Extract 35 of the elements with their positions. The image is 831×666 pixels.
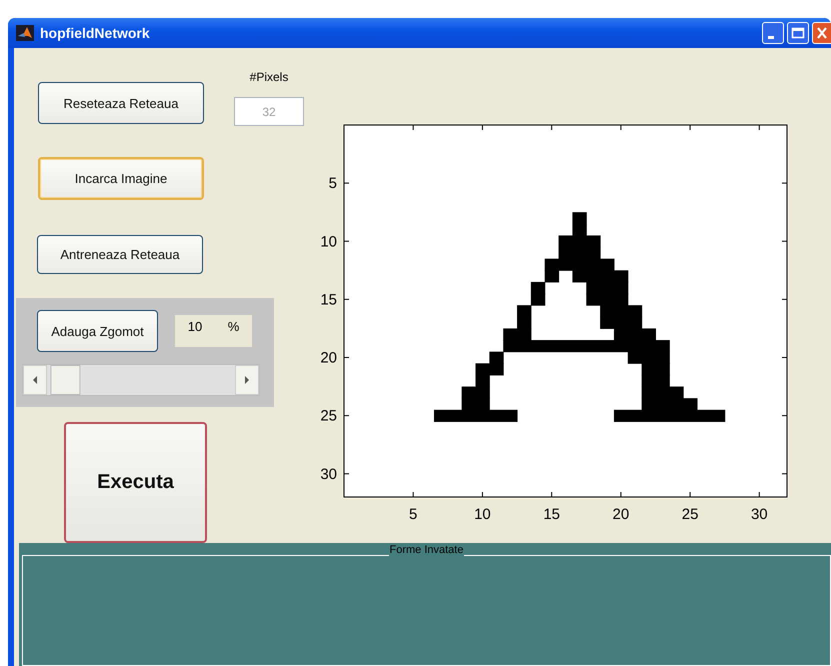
pixels-label: #Pixels [250, 69, 288, 86]
slider-thumb[interactable] [50, 365, 80, 395]
maximize-icon [791, 27, 805, 39]
close-button[interactable] [812, 22, 831, 44]
x-tick-label: 25 [682, 506, 698, 523]
close-icon [817, 27, 827, 39]
x-tick-label: 5 [409, 506, 418, 523]
right-arrow-button[interactable] [235, 365, 259, 395]
panel-title: Forme Invatate [388, 544, 464, 556]
load-image-button[interactable]: Incarca Imagine [38, 157, 204, 200]
train-network-button[interactable]: Antreneaza Reteaua [37, 235, 203, 274]
execute-button[interactable]: Executa [64, 422, 207, 543]
x-tick-label: 30 [750, 506, 768, 523]
y-tick-label: 30 [320, 466, 337, 483]
y-tick-label: 5 [328, 175, 337, 192]
maximize-button[interactable] [787, 22, 809, 44]
y-tick-label: 25 [320, 408, 337, 425]
reset-network-button[interactable]: Reseteaza Reteaua [38, 82, 204, 124]
left-triangle-icon [32, 376, 38, 384]
add-noise-button[interactable]: Adauga Zgomot [37, 310, 158, 352]
minimize-icon [768, 36, 774, 38]
minimize-button[interactable] [762, 22, 784, 44]
y-tick-label: 20 [320, 350, 337, 366]
window-title: hopfieldNetwork [40, 25, 151, 41]
x-tick-label: 15 [543, 506, 560, 523]
noise-slider[interactable] [22, 364, 260, 396]
y-tick-label: 15 [320, 291, 337, 308]
app-icon [16, 25, 34, 41]
noise-value: 10 [188, 319, 202, 334]
percent-sign: % [228, 319, 240, 334]
right-triangle-icon [244, 376, 250, 384]
x-tick-label: 10 [474, 506, 491, 523]
x-tick-label: 20 [612, 506, 630, 523]
left-arrow-button[interactable] [23, 365, 47, 395]
y-tick-label: 10 [320, 233, 337, 250]
